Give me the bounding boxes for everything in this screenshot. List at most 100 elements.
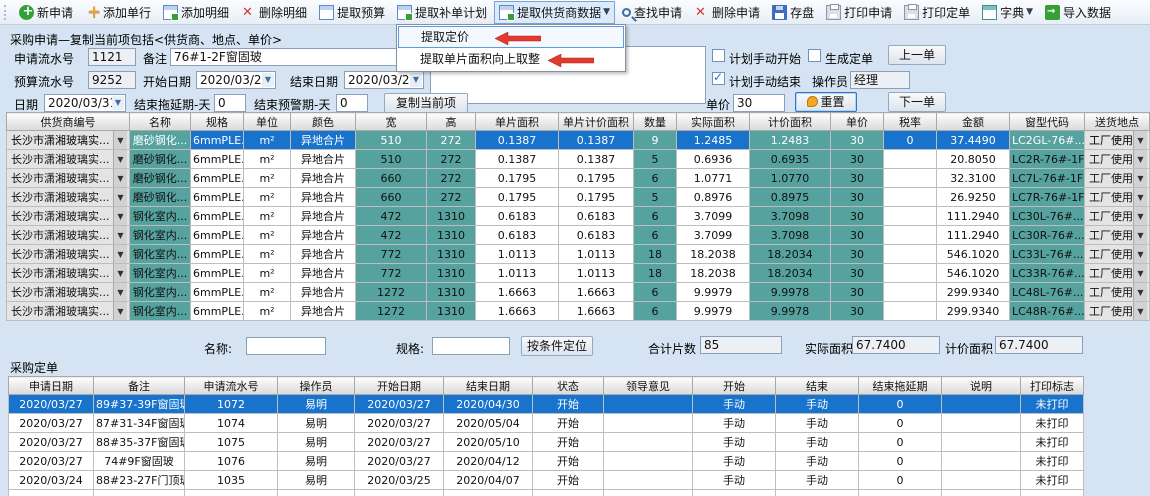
- cell[interactable]: 易明: [278, 395, 355, 414]
- cell[interactable]: 异地合片: [291, 169, 356, 188]
- combo-arrow-icon[interactable]: ▼: [1133, 207, 1147, 225]
- chevron-down-icon[interactable]: ▼: [410, 73, 422, 87]
- cell[interactable]: 0: [859, 452, 942, 471]
- cell[interactable]: 6mmPLE...: [191, 188, 244, 207]
- cell[interactable]: 工厂使用▼: [1085, 131, 1150, 150]
- cell[interactable]: 开始: [533, 471, 604, 490]
- cell[interactable]: 1310: [427, 207, 476, 226]
- cell[interactable]: [604, 471, 693, 490]
- cell[interactable]: 1.6663: [476, 283, 559, 302]
- toolbar-button-extract-budget[interactable]: 提取预算: [314, 1, 390, 24]
- cell[interactable]: 2020/03/27: [9, 452, 94, 471]
- chevron-down-icon[interactable]: ▼: [603, 7, 610, 17]
- cell[interactable]: 手动: [776, 414, 859, 433]
- column-header[interactable]: 颜色: [291, 113, 356, 131]
- unit-price-field[interactable]: 30: [733, 94, 785, 112]
- cell[interactable]: 异地合片: [291, 245, 356, 264]
- cell[interactable]: 工厂使用▼: [1085, 245, 1150, 264]
- cell[interactable]: 111.2940: [937, 207, 1010, 226]
- table-row[interactable]: 长沙市潇湘玻璃实...▼磨砂钢化...6mmPLE...m²异地合片660272…: [7, 188, 1150, 207]
- cell[interactable]: 6: [634, 302, 677, 321]
- cell[interactable]: 手动: [693, 433, 776, 452]
- cell[interactable]: 26.9250: [937, 188, 1010, 207]
- cell[interactable]: 手动: [693, 471, 776, 490]
- cell[interactable]: 钢化室内...: [130, 207, 191, 226]
- cell[interactable]: 18.2034: [750, 245, 831, 264]
- toolbar-button-delete-detail[interactable]: 删除明细: [236, 1, 312, 24]
- cell[interactable]: 510: [356, 131, 427, 150]
- cell[interactable]: 1075: [185, 433, 278, 452]
- cell[interactable]: 20.8050: [937, 150, 1010, 169]
- chevron-down-icon[interactable]: ▼: [1026, 7, 1033, 17]
- cell[interactable]: 1310: [427, 302, 476, 321]
- column-header[interactable]: 结束拖延期: [859, 377, 942, 395]
- cell[interactable]: 手动: [693, 395, 776, 414]
- cell[interactable]: 钢化室内...: [130, 283, 191, 302]
- cell[interactable]: 6mmPLE...: [191, 283, 244, 302]
- cell[interactable]: m²: [244, 245, 291, 264]
- cell[interactable]: 2020/03/27: [355, 433, 444, 452]
- chevron-down-icon[interactable]: ▼: [112, 96, 124, 110]
- generate-order-checkbox[interactable]: [808, 49, 821, 62]
- cell[interactable]: 0.1795: [476, 169, 559, 188]
- cell[interactable]: 546.1020: [937, 245, 1010, 264]
- toolbar-button-new[interactable]: 新申请: [14, 1, 78, 24]
- column-header[interactable]: 操作员: [278, 377, 355, 395]
- cell[interactable]: 1.0113: [559, 264, 634, 283]
- next-order-button[interactable]: 下一单: [888, 92, 946, 112]
- date-combobox[interactable]: 2020/03/31▼: [44, 94, 126, 112]
- previous-order-button[interactable]: 上一单: [888, 45, 946, 65]
- cell[interactable]: 磨砂钢化...: [130, 131, 191, 150]
- cell[interactable]: 长沙市潇湘玻璃实...▼: [7, 245, 130, 264]
- cell[interactable]: [942, 414, 1021, 433]
- table-row[interactable]: 2020/03/2787#31-34F窗固玻1074易明2020/03/2720…: [9, 414, 1084, 433]
- cell[interactable]: 1.0113: [476, 264, 559, 283]
- cell[interactable]: 2020/03/27: [355, 414, 444, 433]
- cell[interactable]: 772: [356, 245, 427, 264]
- toolbar-button-extract-plan[interactable]: 提取补单计划: [392, 1, 492, 24]
- end-date-combobox[interactable]: 2020/03/28▼: [344, 71, 424, 89]
- cell[interactable]: 异地合片: [291, 131, 356, 150]
- cell[interactable]: 钢化室内...: [130, 264, 191, 283]
- cell[interactable]: 18: [634, 264, 677, 283]
- cell[interactable]: 89#37-39F窗固玻: [94, 395, 185, 414]
- cell[interactable]: 1310: [427, 245, 476, 264]
- column-header[interactable]: 打印标志: [1021, 377, 1084, 395]
- cell[interactable]: 0: [859, 433, 942, 452]
- cell[interactable]: 0.8976: [677, 188, 750, 207]
- combo-arrow-icon[interactable]: ▼: [113, 131, 127, 149]
- toolbar-button-extract-supplier[interactable]: 提取供货商数据▼: [494, 1, 615, 24]
- cell[interactable]: m²: [244, 150, 291, 169]
- combo-arrow-icon[interactable]: ▼: [1133, 131, 1147, 149]
- cell[interactable]: 长沙市潇湘玻璃实...▼: [7, 283, 130, 302]
- cell[interactable]: 异地合片: [291, 150, 356, 169]
- table-row[interactable]: 2020/03/2774#9F窗固玻1076易明2020/03/272020/0…: [9, 452, 1084, 471]
- cell[interactable]: 手动: [776, 471, 859, 490]
- cell[interactable]: [604, 395, 693, 414]
- combo-arrow-icon[interactable]: ▼: [113, 150, 127, 168]
- table-row[interactable]: 2020/03/2788#35-37F窗固玻1075易明2020/03/2720…: [9, 433, 1084, 452]
- cell[interactable]: 9.9979: [677, 302, 750, 321]
- combo-arrow-icon[interactable]: ▼: [1133, 169, 1147, 187]
- cell[interactable]: 异地合片: [291, 207, 356, 226]
- cell[interactable]: 钢化室内...: [130, 245, 191, 264]
- cell[interactable]: 1.0113: [559, 245, 634, 264]
- table-row[interactable]: 长沙市潇湘玻璃实...▼钢化室内...6mmPLE...m²异地合片472131…: [7, 226, 1150, 245]
- cell[interactable]: 87#31-34F窗固玻: [94, 414, 185, 433]
- cell[interactable]: 3.7098: [750, 226, 831, 245]
- cell[interactable]: 0: [859, 395, 942, 414]
- column-header[interactable]: 领导意见: [604, 377, 693, 395]
- cell[interactable]: [884, 264, 937, 283]
- plan-manual-end-checkbox[interactable]: [712, 72, 725, 85]
- cell[interactable]: 长沙市潇湘玻璃实...▼: [7, 302, 130, 321]
- cell[interactable]: 异地合片: [291, 264, 356, 283]
- column-header[interactable]: 单片计价面积: [559, 113, 634, 131]
- cell[interactable]: 272: [427, 169, 476, 188]
- cell[interactable]: 开始: [533, 452, 604, 471]
- cell[interactable]: 18.2034: [750, 264, 831, 283]
- budget-no-field[interactable]: 9252: [88, 71, 136, 89]
- cell[interactable]: 未打印: [1021, 395, 1084, 414]
- cell[interactable]: 1035: [185, 471, 278, 490]
- cell[interactable]: 手动: [776, 395, 859, 414]
- toolbar-button-search[interactable]: 查找申请: [617, 1, 687, 24]
